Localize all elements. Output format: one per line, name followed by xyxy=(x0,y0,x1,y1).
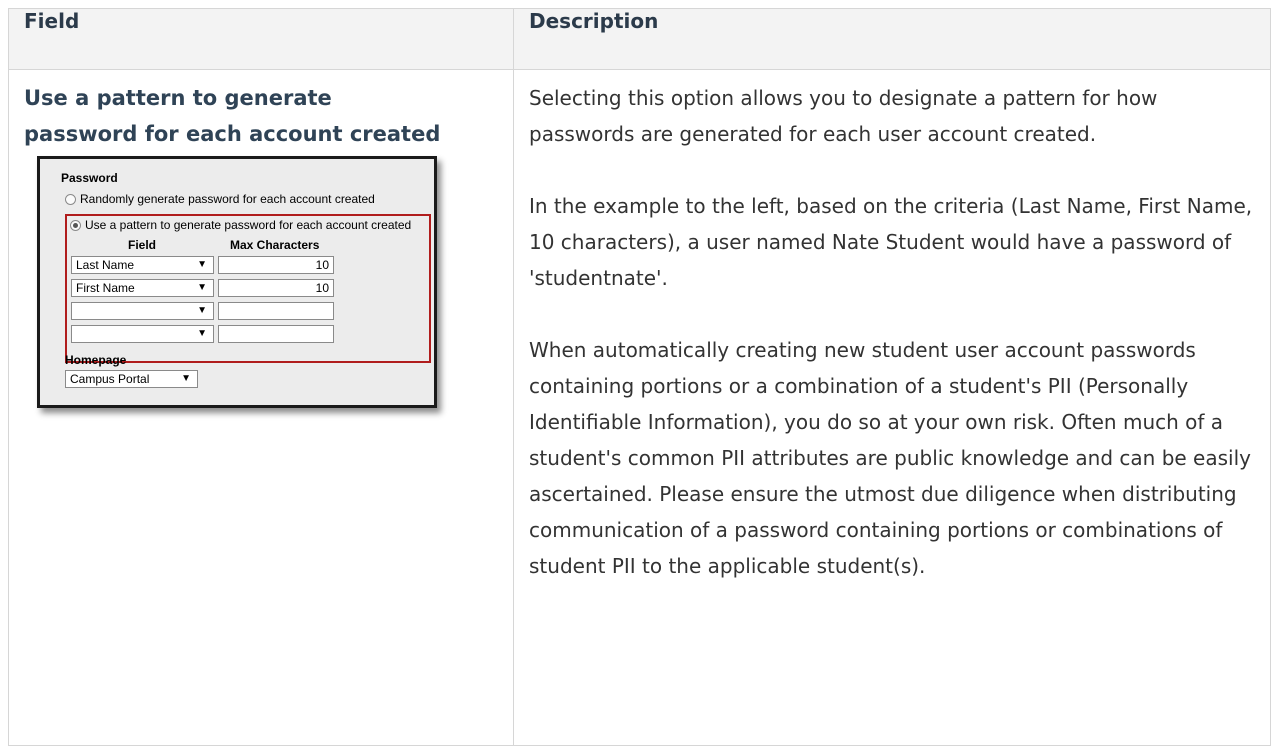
column-header-field: Field xyxy=(128,238,157,252)
table-header-row: Field Description xyxy=(8,8,1271,70)
radio-random[interactable] xyxy=(65,193,76,205)
dropdown-arrow-icon: ▼ xyxy=(197,282,207,293)
radio-pattern[interactable] xyxy=(70,219,81,231)
password-settings-screenshot: Password Randomly generate password for … xyxy=(37,156,437,408)
radio-pattern-label: Use a pattern to generate password for e… xyxy=(85,218,412,232)
homepage-select[interactable]: Campus Portal ▼ xyxy=(65,370,198,388)
field-description-table: Field Description Use a pattern to gener… xyxy=(8,8,1271,746)
max-characters-input-3[interactable] xyxy=(218,302,334,320)
dropdown-arrow-icon: ▼ xyxy=(181,373,191,384)
description-paragraph: When automatically creating new student … xyxy=(529,338,1251,578)
field-select-1[interactable]: Last Name ▼ xyxy=(71,256,214,274)
field-select-2[interactable]: First Name ▼ xyxy=(71,279,214,297)
description-paragraph: Selecting this option allows you to desi… xyxy=(529,86,1158,146)
homepage-select-value: Campus Portal xyxy=(70,372,150,386)
column-header-max-characters: Max Characters xyxy=(230,238,320,252)
table-row: Use a pattern to generate password for e… xyxy=(8,69,1271,746)
field-select-1-value: Last Name xyxy=(76,258,135,272)
dropdown-arrow-icon: ▼ xyxy=(197,259,207,270)
field-select-4[interactable]: ▼ xyxy=(71,325,214,343)
header-field: Field xyxy=(8,8,514,70)
max-characters-input-2[interactable]: 10 xyxy=(218,279,334,297)
header-description: Description xyxy=(513,8,1271,70)
homepage-label: Homepage xyxy=(65,353,127,367)
radio-random-label: Randomly generate password for each acco… xyxy=(80,192,375,206)
field-select-2-value: First Name xyxy=(76,281,135,295)
radio-pattern-row[interactable]: Use a pattern to generate password for e… xyxy=(70,218,411,232)
description-paragraph: In the example to the left, based on the… xyxy=(529,194,1253,290)
radio-random-row[interactable]: Randomly generate password for each acco… xyxy=(65,192,375,206)
dropdown-arrow-icon: ▼ xyxy=(197,305,207,316)
max-characters-input-4[interactable] xyxy=(218,325,334,343)
dropdown-arrow-icon: ▼ xyxy=(197,328,207,339)
field-title: Use a pattern to generate password for e… xyxy=(24,86,441,146)
password-label: Password xyxy=(61,171,118,185)
description-cell: Selecting this option allows you to desi… xyxy=(513,69,1271,746)
field-select-3[interactable]: ▼ xyxy=(71,302,214,320)
field-cell: Use a pattern to generate password for e… xyxy=(8,69,514,746)
max-characters-input-1[interactable]: 10 xyxy=(218,256,334,274)
